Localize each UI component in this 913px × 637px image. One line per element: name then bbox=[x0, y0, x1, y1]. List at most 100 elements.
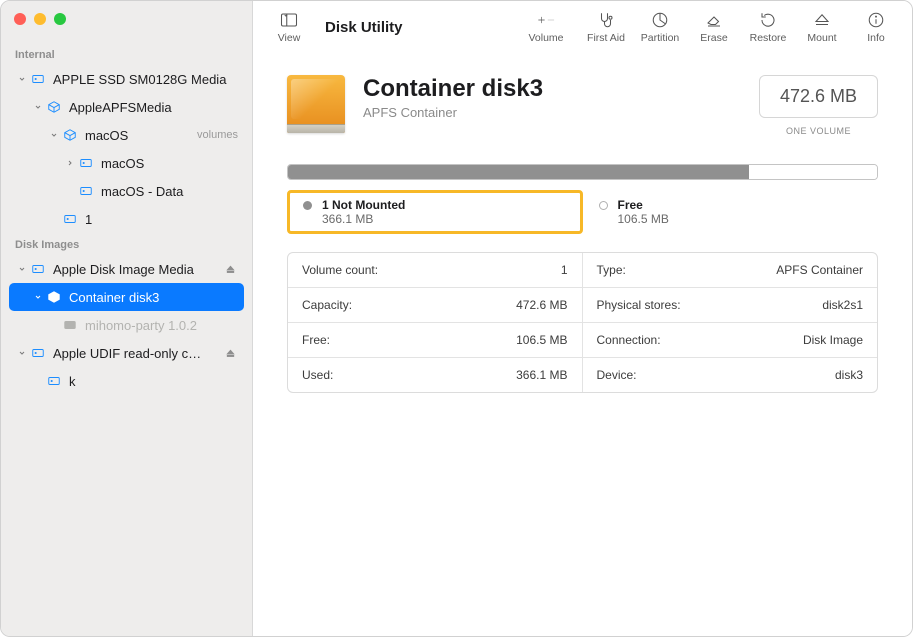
details-table: Volume count:1Type:APFS ContainerCapacit… bbox=[287, 252, 878, 393]
detail-row: Free: 106.5 MB bbox=[288, 323, 583, 358]
eject-icon[interactable] bbox=[222, 264, 238, 275]
detail-row: Connection: Disk Image bbox=[583, 323, 878, 358]
sidebar-item-label: Container disk3 bbox=[69, 290, 238, 305]
swatch-used-icon bbox=[303, 201, 312, 210]
traffic-lights bbox=[1, 9, 252, 43]
view-menu[interactable]: View bbox=[267, 10, 311, 44]
eject-icon bbox=[813, 10, 831, 30]
restore-icon bbox=[759, 10, 777, 30]
erase-icon bbox=[705, 10, 723, 30]
restore-button[interactable]: Restore bbox=[746, 10, 790, 44]
sidebar: Internal APPLE SSD SM0128G Media AppleAPFS… bbox=[1, 1, 253, 636]
disk-icon bbox=[29, 262, 47, 276]
sidebar-item-label: Apple Disk Image Media bbox=[53, 262, 222, 277]
detail-row: Used:366.1 MB bbox=[288, 358, 583, 392]
sidebar-item[interactable]: Container disk3 bbox=[9, 283, 244, 311]
disk-title: Container disk3 bbox=[363, 75, 741, 103]
usage-bar bbox=[287, 164, 878, 180]
disk-subtitle: APFS Container bbox=[363, 105, 741, 120]
swatch-free-icon bbox=[599, 201, 608, 210]
sidebar-item-label: mihomo-party 1.0.2 bbox=[85, 318, 238, 333]
detail-value: 472.6 MB bbox=[516, 298, 567, 312]
detail-row: Device: disk3 bbox=[583, 358, 878, 392]
detail-value: disk2s1 bbox=[822, 298, 863, 312]
plus-minus-icon bbox=[537, 10, 555, 30]
detail-key: Device: bbox=[597, 368, 637, 382]
stethoscope-icon bbox=[597, 10, 615, 30]
sidebar-item-label: Apple UDIF read-only c… bbox=[53, 346, 222, 361]
detail-key: Physical stores: bbox=[597, 298, 681, 312]
sidebar-icon bbox=[280, 10, 298, 30]
sidebar-item[interactable]: k bbox=[9, 367, 244, 395]
disk-glyph-icon bbox=[287, 75, 345, 133]
volume-icon bbox=[77, 156, 95, 170]
usage-free-segment bbox=[749, 165, 877, 179]
detail-key: Connection: bbox=[597, 333, 661, 347]
detail-row: Volume count: 1 bbox=[288, 253, 583, 288]
partition-button[interactable]: Partition bbox=[638, 10, 682, 44]
chevron-down-icon[interactable] bbox=[15, 349, 29, 357]
container-icon bbox=[45, 290, 63, 304]
sidebar-item-sublabel: volumes bbox=[197, 129, 238, 141]
detail-value: disk3 bbox=[835, 368, 863, 382]
sidebar-item[interactable]: macOS bbox=[9, 149, 244, 177]
capacity-sublabel: ONE VOLUME bbox=[759, 126, 878, 136]
pie-icon bbox=[651, 10, 669, 30]
sidebar-item-label: APPLE SSD SM0128G Media bbox=[53, 72, 238, 87]
volume-button[interactable]: Volume bbox=[518, 10, 574, 44]
sidebar-section-header: Disk Images bbox=[1, 233, 252, 255]
chevron-down-icon[interactable] bbox=[47, 131, 61, 139]
capacity-box: 472.6 MB bbox=[759, 75, 878, 118]
detail-value: 106.5 MB bbox=[516, 333, 567, 347]
close-window-button[interactable] bbox=[14, 13, 26, 25]
sidebar-section-header: Internal bbox=[1, 43, 252, 65]
chevron-down-icon[interactable] bbox=[31, 103, 45, 111]
detail-value: 1 bbox=[561, 263, 568, 277]
chevron-down-icon[interactable] bbox=[31, 293, 45, 301]
sidebar-item-label: AppleAPFSMedia bbox=[69, 100, 238, 115]
volume-icon bbox=[45, 374, 63, 388]
chevron-down-icon[interactable] bbox=[15, 75, 29, 83]
sidebar-item[interactable]: mihomo-party 1.0.2 bbox=[9, 311, 244, 339]
sidebar-item[interactable]: Apple UDIF read-only c… bbox=[9, 339, 244, 367]
usage-used-segment bbox=[288, 165, 749, 179]
sidebar-item[interactable]: APPLE SSD SM0128G Media bbox=[9, 65, 244, 93]
container-icon bbox=[61, 128, 79, 142]
sidebar-item-label: macOS bbox=[85, 128, 191, 143]
eject-icon[interactable] bbox=[222, 348, 238, 359]
legend-free[interactable]: Free 106.5 MB bbox=[583, 190, 879, 234]
detail-row: Type:APFS Container bbox=[583, 253, 878, 288]
info-button[interactable]: Info bbox=[854, 10, 898, 44]
usage-legend: 1 Not Mounted 366.1 MB Free 106.5 MB bbox=[287, 190, 878, 234]
content-area: Container disk3 APFS Container 472.6 MB … bbox=[253, 53, 912, 393]
chevron-right-icon[interactable] bbox=[63, 159, 77, 167]
legend-not-mounted[interactable]: 1 Not Mounted 366.1 MB bbox=[287, 190, 583, 234]
detail-key: Free: bbox=[302, 333, 330, 347]
disk-icon bbox=[29, 346, 47, 360]
sidebar-item[interactable]: macOS volumes bbox=[9, 121, 244, 149]
sidebar-item[interactable]: Apple Disk Image Media bbox=[9, 255, 244, 283]
detail-row: Capacity: 472.6 MB bbox=[288, 288, 583, 323]
detail-row: Physical stores: disk2s1 bbox=[583, 288, 878, 323]
disk-icon bbox=[29, 72, 47, 86]
sidebar-item[interactable]: macOS - Data bbox=[9, 177, 244, 205]
detail-value: Disk Image bbox=[803, 333, 863, 347]
sidebar-item-label: macOS bbox=[101, 156, 238, 171]
sidebar-item-label: k bbox=[69, 374, 238, 389]
sidebar-item[interactable]: AppleAPFSMedia bbox=[9, 93, 244, 121]
erase-button[interactable]: Erase bbox=[692, 10, 736, 44]
volume-icon bbox=[61, 318, 79, 332]
chevron-down-icon[interactable] bbox=[15, 265, 29, 273]
sidebar-item[interactable]: 1 bbox=[9, 205, 244, 233]
mount-button[interactable]: Mount bbox=[800, 10, 844, 44]
detail-key: Used: bbox=[302, 368, 333, 382]
app-title: Disk Utility bbox=[325, 19, 403, 36]
fullscreen-window-button[interactable] bbox=[54, 13, 66, 25]
detail-key: Capacity: bbox=[302, 298, 352, 312]
detail-key: Volume count: bbox=[302, 263, 378, 277]
minimize-window-button[interactable] bbox=[34, 13, 46, 25]
first-aid-button[interactable]: First Aid bbox=[584, 10, 628, 44]
sidebar-item-label: 1 bbox=[85, 212, 238, 227]
container-icon bbox=[45, 100, 63, 114]
disk-header: Container disk3 APFS Container 472.6 MB … bbox=[287, 75, 878, 136]
